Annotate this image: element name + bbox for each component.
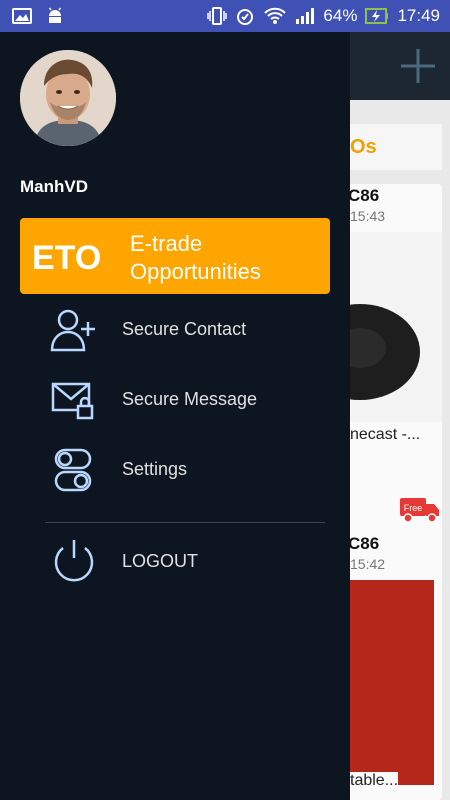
menu-label: Secure Contact — [122, 319, 247, 339]
free-shipping-icon: Free — [400, 496, 440, 529]
power-icon — [50, 536, 98, 582]
add-icon[interactable] — [398, 46, 438, 86]
listing-image — [350, 580, 434, 785]
user-name: ManhVD — [20, 177, 88, 196]
battery-percent: 64% — [323, 6, 358, 25]
eto-logo-text: ETO — [32, 239, 101, 276]
eto-label: E-trade Opportunities — [130, 231, 261, 284]
divider — [45, 522, 325, 523]
menu-item-secure-contact[interactable]: Secure Contact — [0, 300, 350, 360]
navigation-drawer: ManhVD ETO E-trade Opportunities Secure … — [0, 32, 350, 800]
eto-menu-item[interactable]: ETO E-trade Opportunities — [20, 218, 330, 294]
logout-button[interactable]: LOGOUT — [0, 532, 350, 592]
battery-charging-icon — [365, 7, 389, 25]
menu-label: Secure Message — [122, 389, 258, 409]
listing-code: C86 — [348, 534, 380, 553]
clock: 17:49 — [397, 6, 440, 25]
menu-item-secure-message[interactable]: Secure Message — [0, 370, 350, 430]
menu-item-settings[interactable]: Settings — [0, 440, 350, 500]
wifi-icon — [263, 7, 287, 25]
signal-icon — [295, 7, 315, 25]
listing-time: 15:43 — [350, 208, 386, 224]
status-bar: 64% 17:49 — [0, 0, 450, 32]
logout-label: LOGOUT — [122, 551, 199, 571]
vibrate-icon — [207, 6, 228, 26]
alarm-icon — [235, 6, 255, 26]
eto-logo: ETO — [30, 236, 116, 281]
add-user-icon — [50, 308, 98, 352]
listing-code: C86 — [348, 186, 380, 205]
menu-label: Settings — [122, 459, 188, 479]
avatar[interactable] — [20, 50, 116, 146]
listing-name: table... — [350, 772, 399, 790]
listing-time: 15:42 — [350, 556, 386, 572]
android-icon — [46, 7, 64, 25]
free-badge-text: Free — [404, 503, 423, 513]
image-notification-icon — [12, 8, 32, 24]
listing-name: necast -... — [350, 426, 421, 443]
envelope-lock-icon — [50, 378, 98, 422]
toggle-settings-icon — [50, 448, 98, 492]
